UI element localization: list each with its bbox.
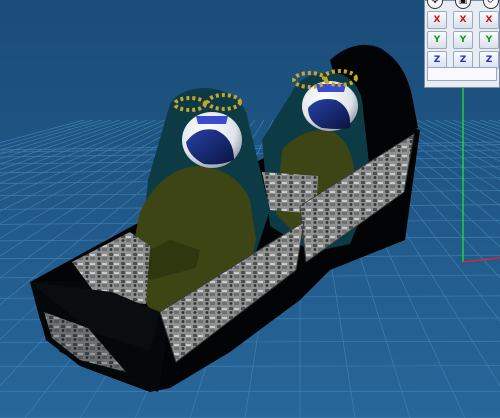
rotate-tool-icon[interactable]: ⟳ [483,0,499,9]
grid-line [407,119,500,171]
x-axis-row: X X X [427,11,499,29]
3d-viewport[interactable]: ✥ ▣ ⟳ X X X Y Y Y Z Z Z [0,0,500,418]
frame-tool-icon[interactable]: ▣ [455,0,471,9]
front-helmet [182,112,242,168]
y-constraint-button[interactable]: Y [453,31,473,49]
grid-line [461,119,500,135]
axis-status-field[interactable] [427,67,497,81]
x-axis-line [462,257,500,263]
x-constraint-button[interactable]: X [427,11,447,29]
move-tool-icon[interactable]: ✥ [427,0,443,9]
x-constraint-button[interactable]: X [479,11,499,29]
grid-line [479,119,500,127]
cockpit-model[interactable] [30,44,420,392]
x-constraint-button[interactable]: X [453,11,473,29]
y-constraint-button[interactable]: Y [479,31,499,49]
grid-line [0,365,500,367]
axis-constraint-panel: ✥ ▣ ⟳ X X X Y Y Y Z Z Z [424,0,500,88]
y-axis-row: Y Y Y [427,31,499,49]
y-constraint-button[interactable]: Y [427,31,447,49]
